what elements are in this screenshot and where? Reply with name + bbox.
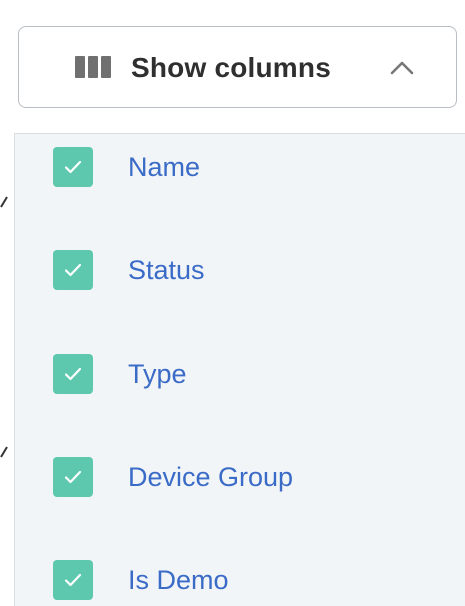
- show-columns-button[interactable]: Show columns: [18, 26, 457, 108]
- checkmark-icon: [64, 160, 82, 174]
- columns-icon: [75, 56, 111, 78]
- column-option-label: Device Group: [128, 462, 294, 492]
- background-page-fragment: [0, 446, 14, 464]
- column-option-label: Name: [128, 152, 201, 182]
- column-option-status[interactable]: Status: [53, 250, 205, 290]
- checkmark-icon: [64, 367, 82, 381]
- column-option-name[interactable]: Name: [53, 147, 200, 187]
- show-columns-label: Show columns: [131, 52, 331, 83]
- column-option-type[interactable]: Type: [53, 354, 187, 394]
- column-option-is-demo[interactable]: Is Demo: [53, 560, 229, 600]
- checkbox-checked[interactable]: [53, 560, 93, 600]
- checkbox-checked[interactable]: [53, 457, 93, 497]
- checkbox-checked[interactable]: [53, 250, 93, 290]
- checkmark-icon: [64, 573, 82, 587]
- column-option-label: Is Demo: [128, 565, 229, 595]
- checkbox-checked[interactable]: [53, 354, 93, 394]
- column-option-label: Status: [128, 255, 205, 285]
- column-option-device-group[interactable]: Device Group: [53, 457, 293, 497]
- chevron-up-icon: [390, 61, 414, 75]
- checkbox-checked[interactable]: [53, 147, 93, 187]
- checkmark-icon: [64, 263, 82, 277]
- columns-dropdown: Name Status Type Device Group Is Demo: [14, 133, 465, 606]
- checkmark-icon: [64, 470, 82, 484]
- background-page-fragment: [0, 196, 14, 214]
- column-option-label: Type: [128, 359, 187, 389]
